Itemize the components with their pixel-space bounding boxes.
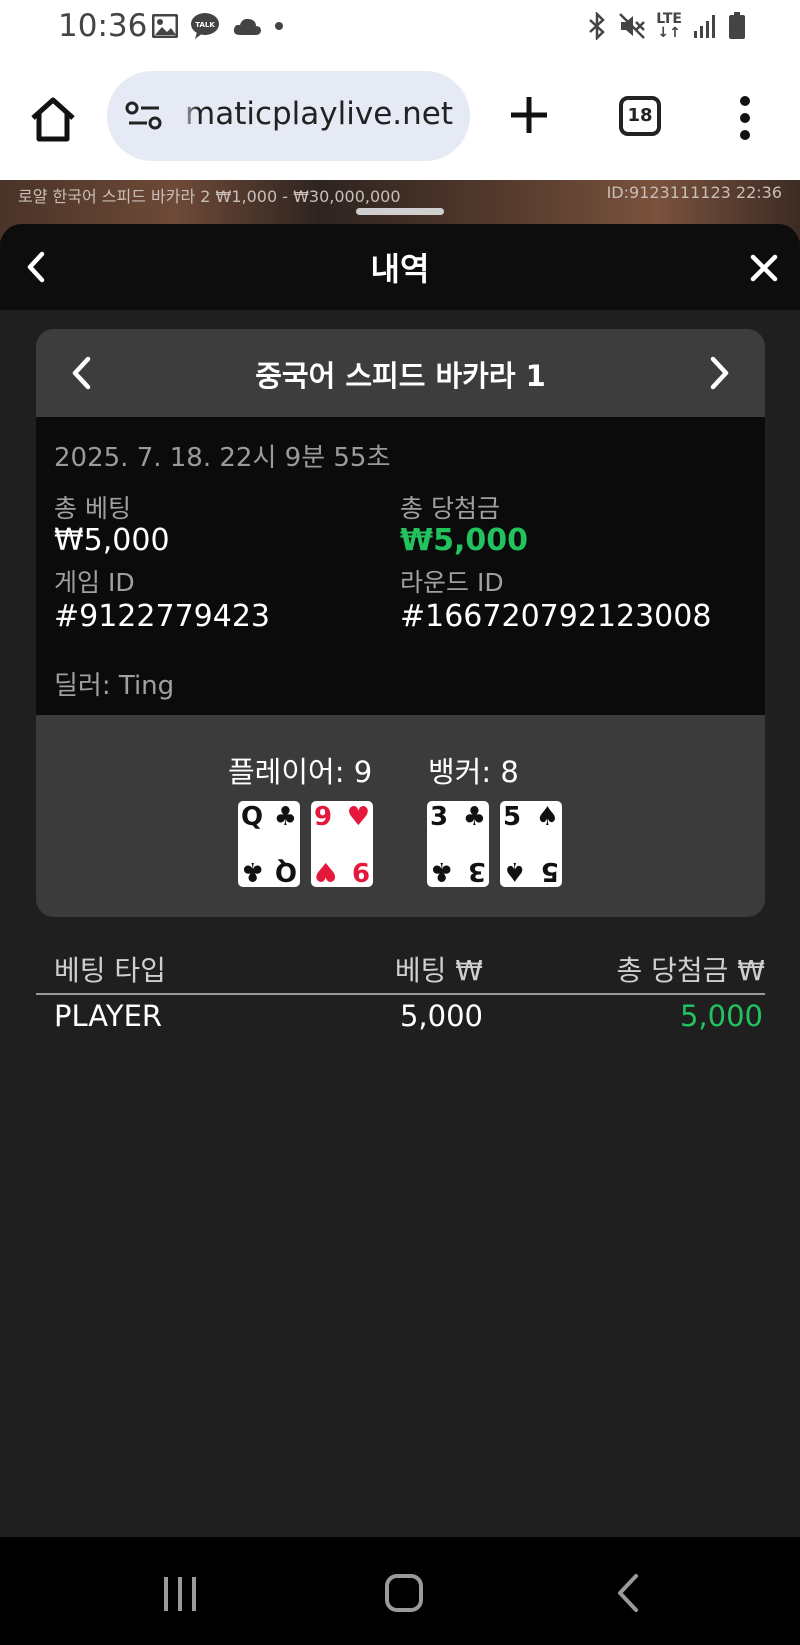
total-win-value: ₩5,000 xyxy=(400,523,528,558)
player-card-1: Q ♣ Q ♣ xyxy=(238,801,300,887)
game-nav-header: 중국어 스피드 바카라 1 xyxy=(36,329,765,417)
cloud-icon xyxy=(233,18,261,35)
card-rank: 3 xyxy=(430,802,449,832)
card-corner-top: 5 ♠ xyxy=(503,802,559,832)
card-rank: 3 xyxy=(467,856,486,886)
url-fade xyxy=(177,71,199,161)
player-card-2: 9 ♥ 9 ♥ xyxy=(311,801,373,887)
home-nav-icon[interactable] xyxy=(384,1573,424,1613)
card-corner-bottom: Q ♣ xyxy=(241,856,297,886)
card-corner-top: 9 ♥ xyxy=(314,802,370,832)
status-time: 10:36 xyxy=(58,8,148,44)
history-sheet: 내역 중국어 스피드 바카라 1 2025. 7. 18. 22시 9분 55초… xyxy=(0,224,800,1537)
talk-icon: TALK xyxy=(191,13,219,39)
bets-table-header: 베팅 타입 베팅 ₩ 총 당첨금 ₩ xyxy=(36,949,765,995)
card-rank: 9 xyxy=(314,802,333,832)
status-bar: 10:36 TALK LTE ↓↑ xyxy=(0,0,800,56)
banker-card-2: 5 ♠ 5 ♠ xyxy=(500,801,562,887)
column-header-win: 총 당첨금 ₩ xyxy=(616,954,765,987)
home-icon[interactable] xyxy=(28,94,78,144)
round-id-label: 라운드 ID xyxy=(400,568,504,597)
game-id-time: ID:9123111123 22:36 xyxy=(606,183,782,202)
url-text[interactable]: maticplaylive.net xyxy=(185,96,453,132)
card-suit: ♥ xyxy=(314,856,338,886)
mute-icon xyxy=(619,13,646,39)
column-header-bet: 베팅 ₩ xyxy=(394,954,483,987)
svg-text:TALK: TALK xyxy=(195,21,215,29)
browser-toolbar: maticplaylive.net 18 xyxy=(0,56,800,180)
card-corner-top: Q ♣ xyxy=(241,802,297,832)
address-bar[interactable]: maticplaylive.net xyxy=(107,71,470,161)
card-suit: ♣ xyxy=(462,802,486,832)
card-corner-top: 3 ♣ xyxy=(430,802,486,832)
banker-card-1: 3 ♣ 3 ♣ xyxy=(427,801,489,887)
dealer-name: 딜러: Ting xyxy=(54,671,175,701)
tabs-button[interactable]: 18 xyxy=(619,96,661,136)
back-nav-icon[interactable] xyxy=(614,1573,642,1613)
player-score-label: 플레이어: 9 xyxy=(228,755,373,789)
card-suit: ♠ xyxy=(535,802,559,832)
gallery-icon xyxy=(152,14,178,38)
game-id-label: 게임 ID xyxy=(54,568,135,597)
status-notification-icons: TALK xyxy=(152,12,284,40)
chevron-right-icon[interactable] xyxy=(707,355,733,391)
game-id-value: #9122779423 xyxy=(54,599,271,634)
battery-icon xyxy=(729,12,745,39)
card-corner-bottom: 5 ♠ xyxy=(503,856,559,886)
more-icon[interactable] xyxy=(738,94,752,142)
game-name: 중국어 스피드 바카라 1 xyxy=(255,359,546,393)
card-suit: ♥ xyxy=(346,802,370,832)
card-suit: ♠ xyxy=(503,856,527,886)
card-rank: Q xyxy=(241,802,264,832)
total-win-label: 총 당첨금 xyxy=(400,494,500,523)
bet-type-cell: PLAYER xyxy=(54,999,163,1033)
site-settings-icon[interactable] xyxy=(125,101,165,131)
card-suit: ♣ xyxy=(430,856,454,886)
table-row: PLAYER 5,000 5,000 xyxy=(36,999,765,1049)
sheet-drag-handle[interactable] xyxy=(356,208,444,215)
close-icon[interactable] xyxy=(750,254,778,282)
status-system-icons: LTE ↓↑ xyxy=(586,12,746,40)
table-info: 로얄 한국어 스피드 바카라 2 ₩1,000 - ₩30,000,000 xyxy=(18,187,401,206)
dot-icon xyxy=(275,22,283,30)
card-corner-bottom: 3 ♣ xyxy=(430,856,486,886)
hands-panel: 플레이어: 9 뱅커: 8 Q ♣ Q ♣ 9 ♥ 9 ♥ 3 ♣ 3 ♣ 5 ♠ 5 ♠ xyxy=(36,715,765,917)
sheet-title: 내역 xyxy=(370,250,430,288)
card-suit: ♣ xyxy=(273,802,297,832)
win-amount-cell: 5,000 xyxy=(679,999,763,1033)
sheet-header: 내역 xyxy=(0,224,800,310)
card-rank: Q xyxy=(274,856,297,886)
recent-apps-icon[interactable] xyxy=(162,1575,198,1613)
card-suit: ♣ xyxy=(241,856,265,886)
banker-score-label: 뱅커: 8 xyxy=(428,755,519,789)
round-datetime: 2025. 7. 18. 22시 9분 55초 xyxy=(54,443,391,473)
total-bet-value: ₩5,000 xyxy=(54,523,170,558)
column-header-bet-type: 베팅 타입 xyxy=(54,954,166,987)
round-id-value: #166720792123008 xyxy=(400,599,712,634)
bluetooth-icon xyxy=(589,12,606,40)
card-corner-bottom: 9 ♥ xyxy=(314,856,370,886)
signal-icon xyxy=(694,15,715,38)
card-rank: 5 xyxy=(540,856,559,886)
card-rank: 9 xyxy=(351,856,370,886)
bet-amount-cell: 5,000 xyxy=(399,999,483,1033)
system-navigation-bar xyxy=(0,1537,800,1645)
card-rank: 5 xyxy=(503,802,522,832)
plus-icon[interactable] xyxy=(505,91,553,139)
network-type: LTE ↓↑ xyxy=(656,11,682,41)
total-bet-label: 총 베팅 xyxy=(54,494,131,523)
round-details: 2025. 7. 18. 22시 9분 55초 총 베팅 ₩5,000 총 당첨… xyxy=(36,417,765,715)
round-record-card: 중국어 스피드 바카라 1 2025. 7. 18. 22시 9분 55초 총 … xyxy=(36,329,765,917)
